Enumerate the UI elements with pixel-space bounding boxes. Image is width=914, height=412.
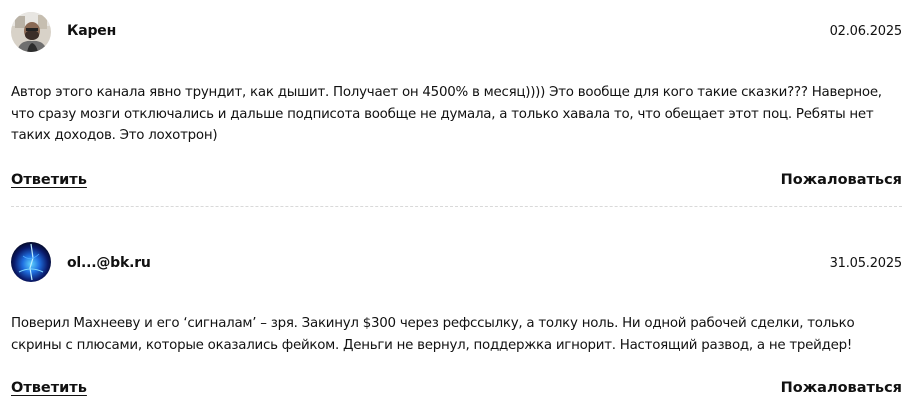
reply-link[interactable]: Ответить (11, 172, 87, 188)
report-link[interactable]: Пожаловаться (781, 380, 902, 396)
comment-divider (11, 206, 902, 207)
comment-text: Автор этого канала явно трундит, как дыш… (11, 85, 882, 143)
comment-date: 31.05.2025 (829, 256, 903, 271)
reply-link[interactable]: Ответить (11, 380, 87, 396)
report-link[interactable]: Пожаловаться (781, 172, 902, 188)
comments-list: Карен 02.06.2025 Автор этого канала явно… (0, 0, 914, 412)
comment-author[interactable]: ol...@bk.ru (67, 255, 151, 271)
comment-date: 02.06.2025 (829, 24, 903, 39)
comment-text: Поверил Махнееву и его ‘сигналам’ – зря.… (11, 316, 855, 353)
comment-author[interactable]: Карен (67, 23, 116, 39)
blue-abstract-avatar-icon (11, 242, 51, 282)
user-photo-icon (11, 12, 51, 52)
